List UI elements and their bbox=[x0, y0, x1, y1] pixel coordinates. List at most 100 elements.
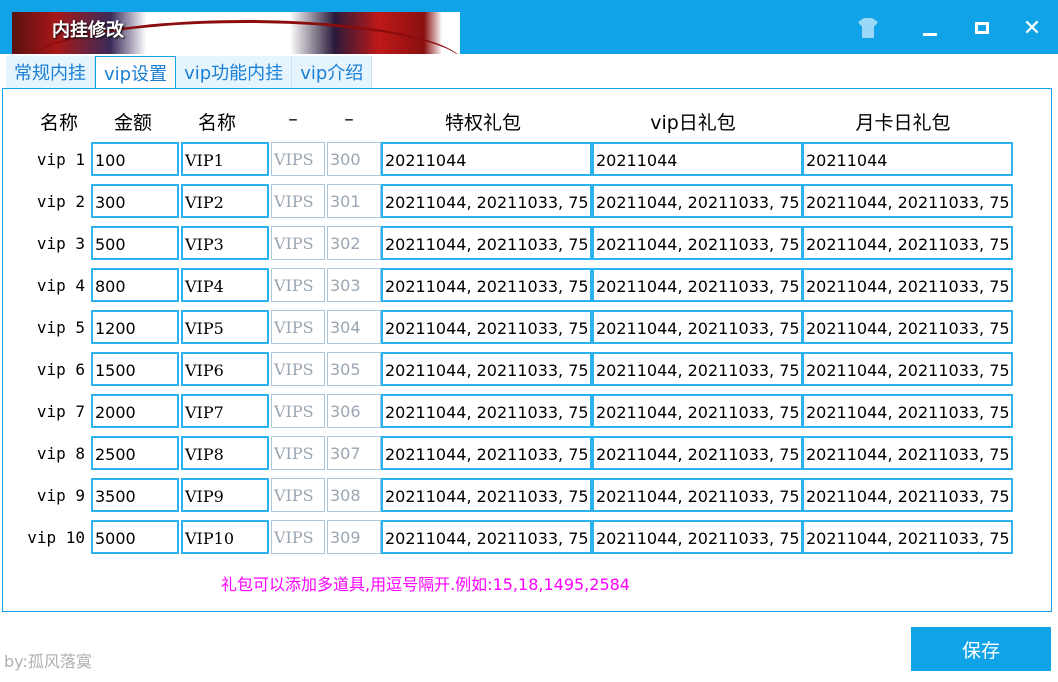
privilege-input[interactable]: 20211044, 20211033, 75 bbox=[381, 520, 592, 554]
row-label: vip 3 bbox=[36, 234, 85, 253]
id-input[interactable]: 300 bbox=[327, 142, 381, 176]
privilege-input[interactable]: 20211044, 20211033, 75 bbox=[381, 226, 592, 260]
amount-input[interactable]: 100 bbox=[91, 142, 179, 176]
name-input[interactable]: VIP10 bbox=[181, 520, 269, 554]
header-name-2: 名称 bbox=[197, 112, 236, 134]
id-input[interactable]: 309 bbox=[327, 520, 381, 554]
name-input[interactable]: VIP8 bbox=[181, 436, 269, 470]
vips-input[interactable]: VIPS bbox=[271, 268, 325, 302]
name-input[interactable]: VIP1 bbox=[181, 142, 269, 176]
vips-input[interactable]: VIPS bbox=[271, 310, 325, 344]
name-input[interactable]: VIP5 bbox=[181, 310, 269, 344]
title-banner: 内挂修改 bbox=[12, 12, 460, 54]
monthly-pack-input[interactable]: 20211044, 20211033, 75 bbox=[802, 394, 1013, 428]
amount-input[interactable]: 300 bbox=[91, 184, 179, 218]
privilege-input[interactable]: 20211044, 20211033, 75 bbox=[381, 184, 592, 218]
name-input[interactable]: VIP2 bbox=[181, 184, 269, 218]
close-icon[interactable]: ✕ bbox=[1016, 12, 1048, 44]
window-title: 内挂修改 bbox=[52, 20, 124, 41]
vips-input[interactable]: VIPS bbox=[271, 520, 325, 554]
amount-input[interactable]: 1500 bbox=[91, 352, 179, 386]
author-credit: by:孤风落寞 bbox=[4, 652, 92, 671]
daily-pack-input[interactable]: 20211044, 20211033, 75 bbox=[592, 310, 803, 344]
tab-vip-intro[interactable]: vip介绍 bbox=[292, 56, 373, 88]
id-input[interactable]: 308 bbox=[327, 478, 381, 512]
row-label: vip 1 bbox=[36, 150, 85, 169]
privilege-input[interactable]: 20211044, 20211033, 75 bbox=[381, 352, 592, 386]
vips-input[interactable]: VIPS bbox=[271, 184, 325, 218]
hint-note: 礼包可以添加多道具,用逗号隔开.例如:15,18,1495,2584 bbox=[221, 575, 630, 594]
skin-shirt-icon[interactable] bbox=[852, 12, 884, 44]
amount-input[interactable]: 3500 bbox=[91, 478, 179, 512]
daily-pack-input[interactable]: 20211044 bbox=[592, 142, 803, 176]
privilege-input[interactable]: 20211044, 20211033, 75 bbox=[381, 436, 592, 470]
id-input[interactable]: 303 bbox=[327, 268, 381, 302]
minimize-icon[interactable] bbox=[914, 12, 946, 44]
amount-input[interactable]: 800 bbox=[91, 268, 179, 302]
monthly-pack-input[interactable]: 20211044, 20211033, 75 bbox=[802, 226, 1013, 260]
daily-pack-input[interactable]: 20211044, 20211033, 75 bbox=[592, 478, 803, 512]
vips-input[interactable]: VIPS bbox=[271, 436, 325, 470]
vips-input[interactable]: VIPS bbox=[271, 478, 325, 512]
name-input[interactable]: VIP4 bbox=[181, 268, 269, 302]
tab-vip-function-cheats[interactable]: vip功能内挂 bbox=[176, 56, 293, 88]
vips-input[interactable]: VIPS bbox=[271, 352, 325, 386]
tab-general-cheats[interactable]: 常规内挂 bbox=[6, 56, 95, 88]
daily-pack-input[interactable]: 20211044, 20211033, 75 bbox=[592, 352, 803, 386]
header-privilege-pack: 特权礼包 bbox=[444, 112, 521, 134]
privilege-input[interactable]: 20211044, 20211033, 75 bbox=[381, 268, 592, 302]
amount-input[interactable]: 5000 bbox=[91, 520, 179, 554]
header-dash-2: – bbox=[344, 108, 354, 130]
amount-input[interactable]: 2500 bbox=[91, 436, 179, 470]
monthly-pack-input[interactable]: 20211044, 20211033, 75 bbox=[802, 184, 1013, 218]
name-input[interactable]: VIP6 bbox=[181, 352, 269, 386]
id-input[interactable]: 302 bbox=[327, 226, 381, 260]
vips-input[interactable]: VIPS bbox=[271, 226, 325, 260]
id-input[interactable]: 304 bbox=[327, 310, 381, 344]
daily-pack-input[interactable]: 20211044, 20211033, 75 bbox=[592, 394, 803, 428]
amount-input[interactable]: 2000 bbox=[91, 394, 179, 428]
tab-vip-settings[interactable]: vip设置 bbox=[95, 56, 177, 89]
privilege-input[interactable]: 20211044, 20211033, 75 bbox=[381, 478, 592, 512]
id-input[interactable]: 306 bbox=[327, 394, 381, 428]
monthly-pack-input[interactable]: 20211044, 20211033, 75 bbox=[802, 352, 1013, 386]
name-input[interactable]: VIP3 bbox=[181, 226, 269, 260]
row-label: vip 8 bbox=[36, 444, 85, 463]
amount-input[interactable]: 1200 bbox=[91, 310, 179, 344]
id-input[interactable]: 301 bbox=[327, 184, 381, 218]
privilege-input[interactable]: 20211044 bbox=[381, 142, 592, 176]
privilege-input[interactable]: 20211044, 20211033, 75 bbox=[381, 310, 592, 344]
header-name: 名称 bbox=[39, 112, 78, 134]
row-label: vip 10 bbox=[27, 528, 85, 547]
header-monthly-daily-pack: 月卡日礼包 bbox=[855, 112, 951, 134]
row-label: vip 4 bbox=[36, 276, 85, 295]
id-input[interactable]: 307 bbox=[327, 436, 381, 470]
amount-input[interactable]: 500 bbox=[91, 226, 179, 260]
name-input[interactable]: VIP7 bbox=[181, 394, 269, 428]
row-label: vip 2 bbox=[36, 192, 85, 211]
monthly-pack-input[interactable]: 20211044, 20211033, 75 bbox=[802, 436, 1013, 470]
row-label: vip 5 bbox=[36, 318, 85, 337]
daily-pack-input[interactable]: 20211044, 20211033, 75 bbox=[592, 520, 803, 554]
monthly-pack-input[interactable]: 20211044, 20211033, 75 bbox=[802, 478, 1013, 512]
monthly-pack-input[interactable]: 20211044, 20211033, 75 bbox=[802, 268, 1013, 302]
name-input[interactable]: VIP9 bbox=[181, 478, 269, 512]
row-label: vip 7 bbox=[36, 402, 85, 421]
daily-pack-input[interactable]: 20211044, 20211033, 75 bbox=[592, 268, 803, 302]
tab-bar: 常规内挂 vip设置 vip功能内挂 vip介绍 bbox=[6, 56, 373, 89]
monthly-pack-input[interactable]: 20211044 bbox=[802, 142, 1013, 176]
daily-pack-input[interactable]: 20211044, 20211033, 75 bbox=[592, 226, 803, 260]
id-input[interactable]: 305 bbox=[327, 352, 381, 386]
row-label: vip 6 bbox=[36, 360, 85, 379]
maximize-icon[interactable] bbox=[966, 12, 998, 44]
vips-input[interactable]: VIPS bbox=[271, 142, 325, 176]
save-button[interactable]: 保存 bbox=[911, 627, 1051, 671]
daily-pack-input[interactable]: 20211044, 20211033, 75 bbox=[592, 184, 803, 218]
privilege-input[interactable]: 20211044, 20211033, 75 bbox=[381, 394, 592, 428]
vips-input[interactable]: VIPS bbox=[271, 394, 325, 428]
header-vip-daily-pack: vip日礼包 bbox=[650, 112, 736, 134]
title-bar: 内挂修改 ✕ bbox=[0, 0, 1058, 54]
monthly-pack-input[interactable]: 20211044, 20211033, 75 bbox=[802, 520, 1013, 554]
daily-pack-input[interactable]: 20211044, 20211033, 75 bbox=[592, 436, 803, 470]
monthly-pack-input[interactable]: 20211044, 20211033, 75 bbox=[802, 310, 1013, 344]
